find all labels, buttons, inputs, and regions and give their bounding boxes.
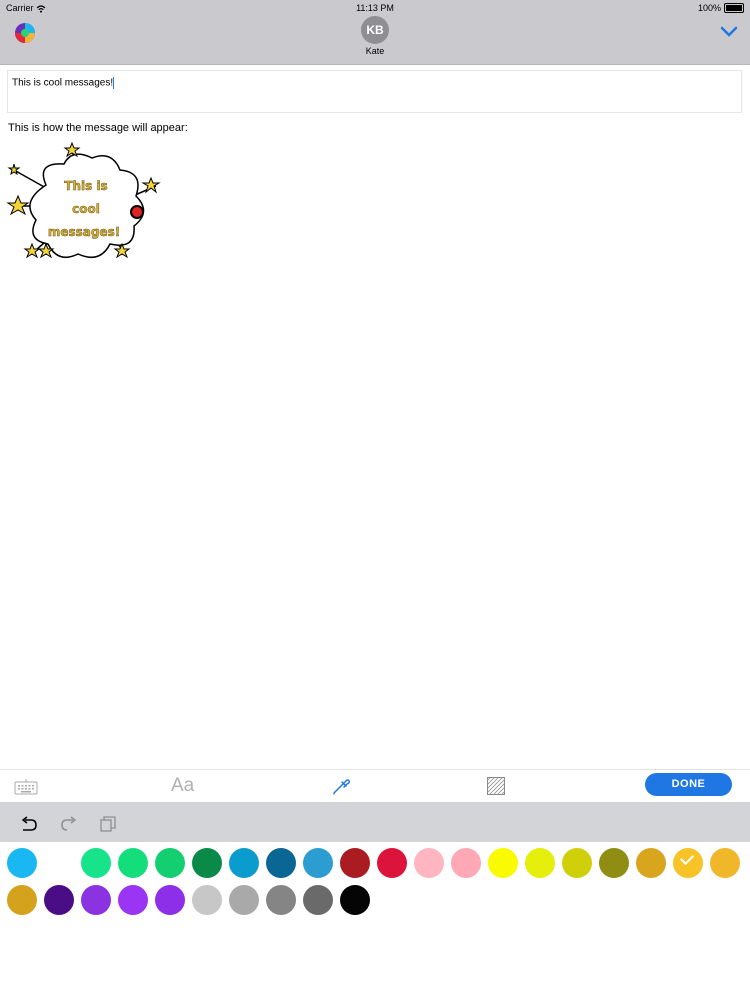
text-cursor: [113, 77, 115, 89]
color-swatch[interactable]: [229, 848, 259, 878]
color-swatch[interactable]: [7, 848, 37, 878]
color-swatch[interactable]: [118, 848, 148, 878]
message-input-text: This is cool messages!: [12, 77, 114, 89]
app-icon[interactable]: [14, 22, 36, 44]
color-swatch[interactable]: [562, 848, 592, 878]
color-swatch[interactable]: [44, 885, 74, 915]
color-swatch[interactable]: [636, 848, 666, 878]
color-swatch[interactable]: [266, 885, 296, 915]
color-swatch[interactable]: [155, 848, 185, 878]
color-swatch[interactable]: [44, 848, 74, 878]
font-icon[interactable]: Aa: [171, 775, 194, 797]
color-swatch[interactable]: [192, 885, 222, 915]
avatar[interactable]: KB: [361, 16, 389, 44]
color-swatch[interactable]: [340, 848, 370, 878]
color-swatch[interactable]: [155, 885, 185, 915]
battery-icon: [724, 3, 744, 13]
color-swatch[interactable]: [377, 848, 407, 878]
edit-controls-bar: [0, 802, 750, 842]
color-swatch[interactable]: [414, 848, 444, 878]
status-bar: Carrier 11:13 PM 100%: [0, 0, 750, 16]
battery-percent: 100%: [697, 3, 721, 13]
color-swatch[interactable]: [303, 885, 333, 915]
color-swatch[interactable]: [710, 848, 740, 878]
color-swatch[interactable]: [451, 848, 481, 878]
red-dot-decoration: [130, 205, 144, 219]
redo-icon[interactable]: [60, 816, 78, 832]
done-button[interactable]: DONE: [645, 773, 732, 796]
sticker-line-1: This is: [64, 179, 107, 193]
message-input[interactable]: This is cool messages!: [7, 70, 742, 113]
color-swatch[interactable]: [340, 885, 370, 915]
color-swatch[interactable]: [192, 848, 222, 878]
color-palette: [0, 842, 750, 1000]
avatar-initials: KB: [366, 23, 384, 37]
keyboard-icon[interactable]: [14, 779, 38, 795]
color-swatch[interactable]: [599, 848, 629, 878]
color-swatch[interactable]: [303, 848, 333, 878]
color-swatch[interactable]: [229, 885, 259, 915]
chevron-down-icon[interactable]: [719, 24, 739, 38]
pattern-icon[interactable]: [487, 777, 505, 795]
contact-name: Kate: [365, 46, 385, 56]
color-swatch[interactable]: [118, 885, 148, 915]
color-swatch[interactable]: [673, 848, 703, 878]
sticker-line-2: cool: [72, 202, 100, 216]
editor-toolbar: Aa DONE: [0, 769, 750, 803]
checkmark-icon: [679, 850, 695, 866]
sticker-preview[interactable]: This is cool messages!: [6, 140, 166, 266]
copy-icon[interactable]: [100, 816, 116, 832]
clock: 11:13 PM: [356, 3, 394, 13]
battery-status: 100%: [698, 3, 744, 13]
color-swatch[interactable]: [81, 848, 111, 878]
color-swatch[interactable]: [525, 848, 555, 878]
color-swatch[interactable]: [266, 848, 296, 878]
preview-label: This is how the message will appear:: [8, 122, 188, 134]
undo-icon[interactable]: [20, 816, 38, 832]
eyedropper-icon[interactable]: [331, 776, 351, 796]
sticker-line-3: messages!: [48, 225, 120, 239]
color-swatch[interactable]: [7, 885, 37, 915]
color-swatch[interactable]: [81, 885, 111, 915]
color-swatch[interactable]: [488, 848, 518, 878]
conversation-header: KB Kate: [0, 16, 750, 65]
